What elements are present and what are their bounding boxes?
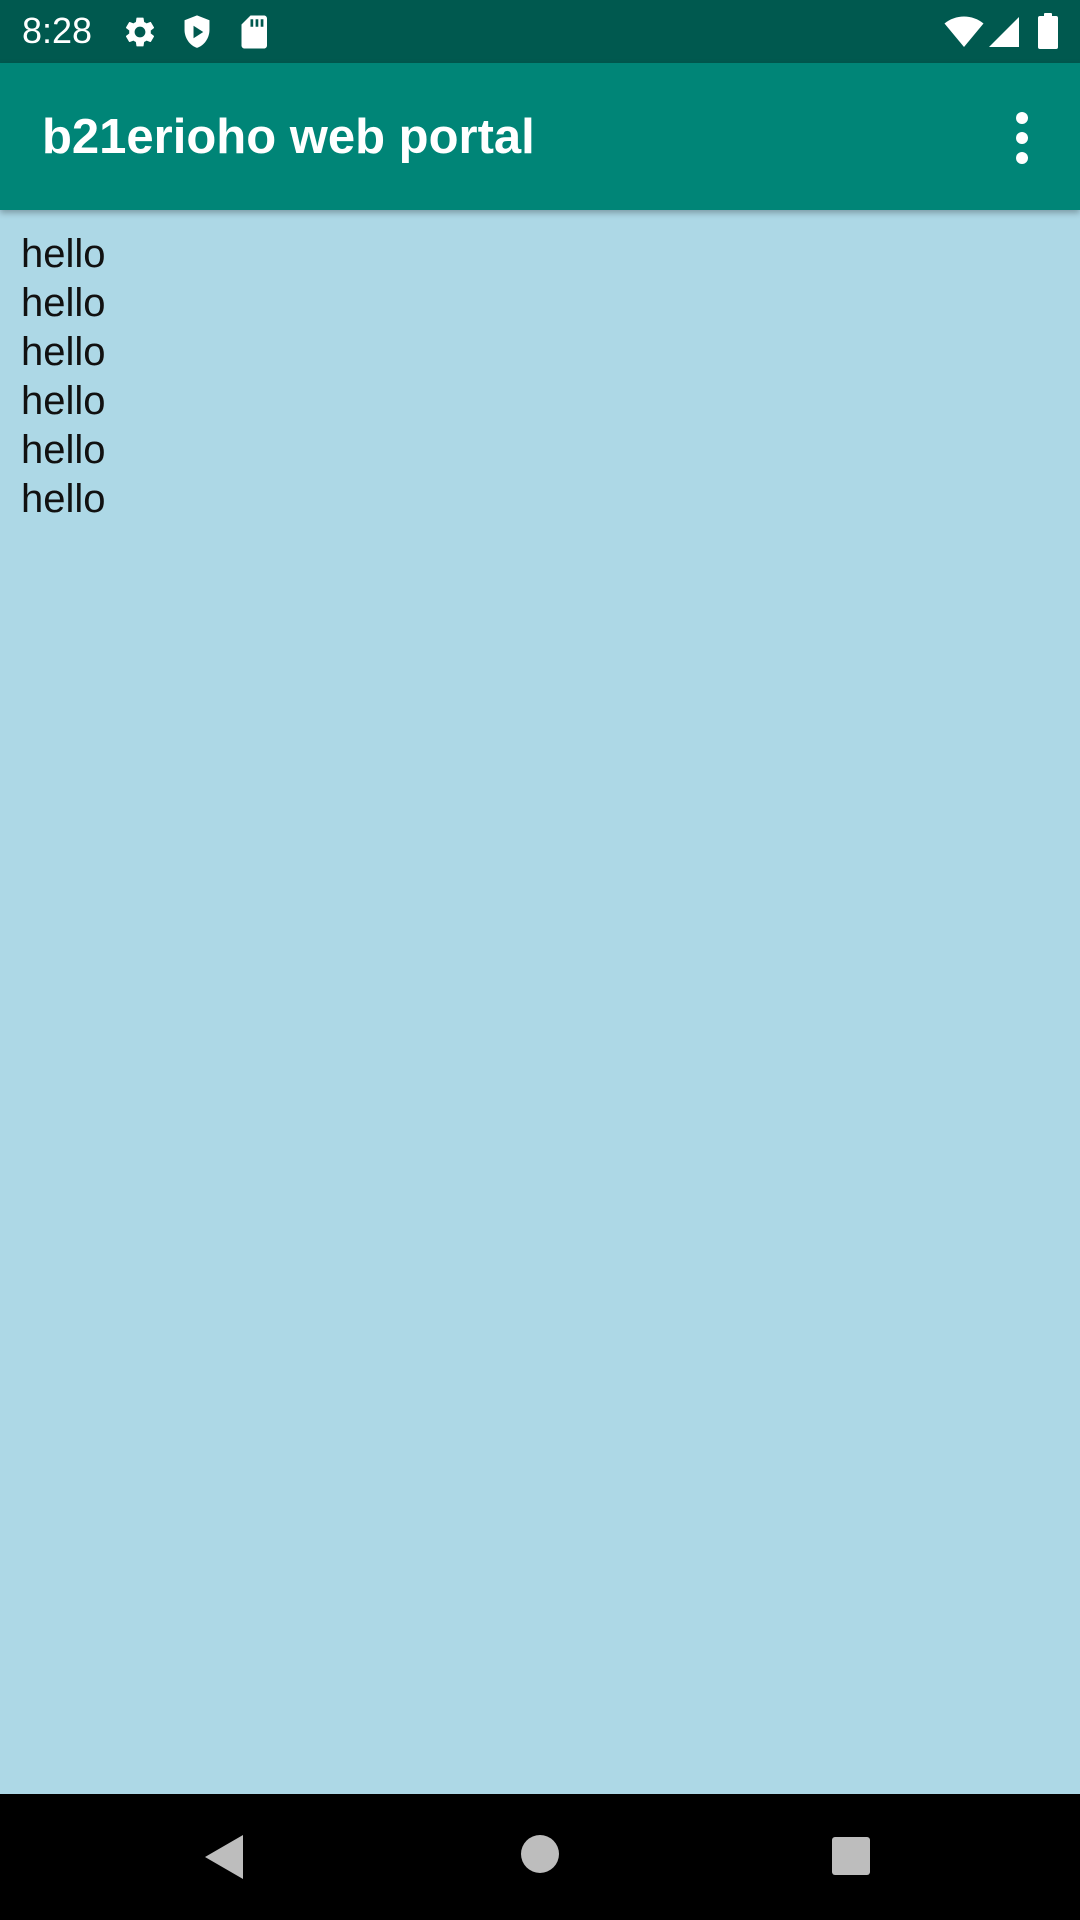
status-time: 8:28	[22, 10, 93, 51]
hello-line: hello	[21, 232, 106, 276]
hello-list: hello hello hello hello hello hello	[21, 230, 106, 524]
back-icon[interactable]	[204, 1834, 244, 1885]
wifi-icon	[944, 16, 984, 53]
hello-line: hello	[21, 477, 106, 521]
settings-icon	[122, 14, 158, 55]
hello-line: hello	[21, 281, 106, 325]
status-bar: 8:28	[0, 0, 1080, 63]
cell-signal-icon	[988, 16, 1020, 53]
more-vert-icon[interactable]	[1000, 111, 1044, 165]
sd-card-icon	[240, 14, 270, 55]
play-protect-icon	[180, 14, 214, 55]
battery-icon	[1038, 13, 1058, 54]
hello-line: hello	[21, 330, 106, 374]
content-area: hello hello hello hello hello hello	[0, 210, 1080, 1920]
app-title: b21erioho web portal	[42, 110, 535, 164]
hello-line: hello	[21, 428, 106, 472]
hello-line: hello	[21, 379, 106, 423]
nav-bar	[0, 1794, 1080, 1920]
recents-icon[interactable]	[831, 1836, 871, 1881]
app-bar: b21erioho web portal	[0, 63, 1080, 210]
home-icon[interactable]	[520, 1834, 560, 1879]
